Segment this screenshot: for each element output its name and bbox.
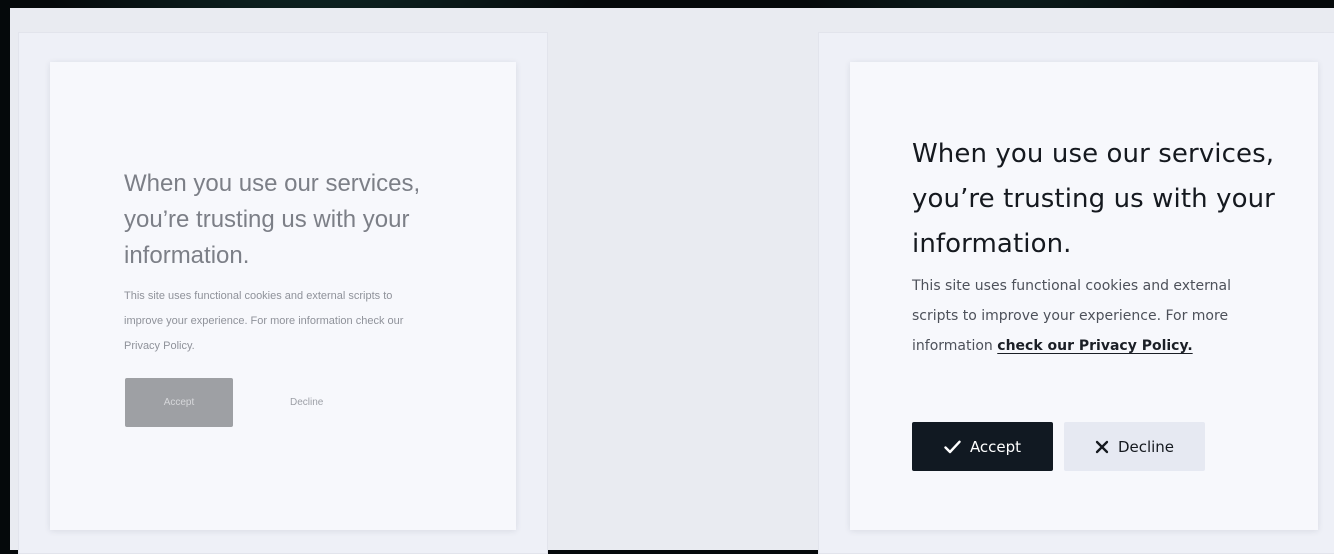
accept-button[interactable]: Accept — [125, 378, 233, 427]
cookie-consent-card-faded: When you use our services, you’re trusti… — [50, 62, 516, 530]
consent-body: This site uses functional cookies and ex… — [912, 271, 1242, 361]
privacy-policy-link[interactable]: check our Privacy Policy. — [997, 338, 1192, 354]
decline-button[interactable]: Decline — [282, 378, 331, 427]
consent-heading: When you use our services, you’re trusti… — [124, 170, 421, 269]
decline-label: Decline — [1117, 437, 1175, 456]
cookie-consent-card-refined: When you use our services, you’re trusti… — [850, 62, 1318, 530]
consent-body-text: This site uses functional cookies and ex… — [124, 290, 404, 352]
checkmark-icon — [944, 440, 961, 453]
accept-label: Accept — [969, 437, 1022, 456]
x-close-icon — [1095, 440, 1109, 453]
consent-heading: When you use our services, you’re trusti… — [912, 139, 1275, 259]
decline-button[interactable]: Decline — [1064, 422, 1205, 471]
comparison-stage: When you use our services, you’re trusti… — [10, 8, 1334, 554]
accept-button[interactable]: Accept — [912, 422, 1053, 471]
